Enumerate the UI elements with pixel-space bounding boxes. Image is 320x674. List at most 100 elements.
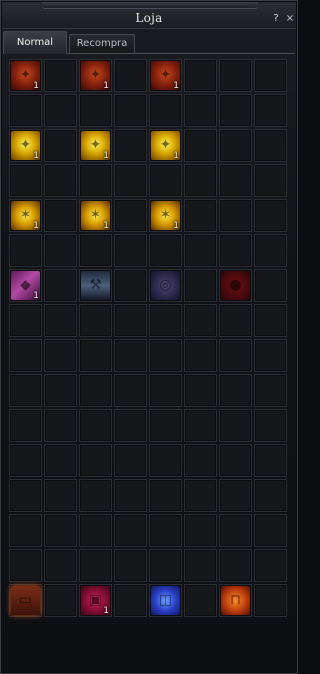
item-slot[interactable] [219,304,252,337]
item-slot[interactable] [219,479,252,512]
item-slot[interactable] [149,94,182,127]
item-slot[interactable] [254,409,287,442]
item-slot[interactable]: ✶ 1 [149,199,182,232]
item-slot[interactable] [114,269,147,302]
item-slot[interactable] [79,479,112,512]
blue-gift-icon[interactable]: ◫ [151,586,180,615]
item-slot[interactable] [79,374,112,407]
item-slot[interactable] [44,479,77,512]
item-slot[interactable] [184,444,217,477]
red-claw-icon[interactable]: ✦ 1 [151,61,180,90]
dark-orb-icon[interactable]: ● [221,271,250,300]
item-slot[interactable] [114,549,147,582]
item-slot[interactable] [184,94,217,127]
item-slot[interactable]: ▣ 1 [79,584,112,617]
item-slot[interactable] [9,374,42,407]
item-slot[interactable] [44,129,77,162]
help-button[interactable]: ? [270,13,282,25]
item-slot[interactable] [79,549,112,582]
item-slot[interactable] [149,479,182,512]
item-slot[interactable] [44,549,77,582]
item-slot[interactable]: ◫ [149,584,182,617]
close-button[interactable]: × [284,13,296,25]
item-slot[interactable] [219,234,252,267]
item-slot[interactable]: ✦ 1 [149,59,182,92]
item-slot[interactable] [219,129,252,162]
item-slot[interactable]: ✦ 1 [79,59,112,92]
item-slot[interactable] [9,94,42,127]
gold-moth-icon[interactable]: ✶ 1 [11,201,40,230]
item-slot[interactable] [184,164,217,197]
item-slot[interactable] [184,409,217,442]
red-claw-icon[interactable]: ✦ 1 [81,61,110,90]
item-slot[interactable] [254,339,287,372]
item-slot[interactable] [44,94,77,127]
item-slot[interactable] [254,304,287,337]
item-slot[interactable] [44,164,77,197]
item-slot[interactable] [79,234,112,267]
item-slot[interactable] [149,514,182,547]
item-slot[interactable] [149,444,182,477]
item-slot[interactable]: ✶ 1 [9,199,42,232]
item-slot[interactable] [149,304,182,337]
item-slot[interactable] [44,199,77,232]
item-slot[interactable] [254,94,287,127]
item-slot[interactable] [184,234,217,267]
item-slot[interactable] [254,549,287,582]
item-slot[interactable] [184,514,217,547]
item-slot[interactable]: ⊓ [219,584,252,617]
tab-recompra[interactable]: Recompra [69,34,135,53]
item-slot[interactable] [114,374,147,407]
item-slot[interactable] [9,234,42,267]
item-slot[interactable] [44,269,77,302]
item-slot[interactable] [44,234,77,267]
item-slot[interactable] [114,339,147,372]
item-slot[interactable] [254,479,287,512]
gold-moth-icon[interactable]: ✶ 1 [151,201,180,230]
item-slot[interactable] [149,409,182,442]
item-slot[interactable] [9,164,42,197]
item-slot[interactable] [114,444,147,477]
item-slot[interactable] [254,444,287,477]
item-slot[interactable] [79,409,112,442]
item-slot[interactable] [219,444,252,477]
item-slot[interactable] [79,164,112,197]
anvil-icon[interactable]: ⚒ [81,271,110,300]
tab-normal[interactable]: Normal [3,31,67,54]
item-slot[interactable] [44,304,77,337]
item-slot[interactable] [9,339,42,372]
item-slot[interactable]: ⚒ [79,269,112,302]
item-slot[interactable]: ◆ 1 [9,269,42,302]
item-slot[interactable] [114,304,147,337]
item-slot[interactable] [79,339,112,372]
item-slot[interactable] [149,234,182,267]
item-slot[interactable]: ◎ [149,269,182,302]
item-slot[interactable]: ● [219,269,252,302]
treasure-chest-icon[interactable]: ▭ [11,586,40,615]
item-slot[interactable] [9,549,42,582]
item-slot[interactable] [79,94,112,127]
item-slot[interactable] [184,584,217,617]
item-slot[interactable] [114,94,147,127]
gold-claw-icon[interactable]: ✦ 1 [11,131,40,160]
gold-moth-icon[interactable]: ✶ 1 [81,201,110,230]
item-slot[interactable] [219,199,252,232]
item-slot[interactable] [254,514,287,547]
item-slot[interactable] [114,584,147,617]
item-slot[interactable] [254,129,287,162]
item-slot[interactable] [184,339,217,372]
item-slot[interactable] [44,444,77,477]
item-slot[interactable] [79,514,112,547]
orange-gate-icon[interactable]: ⊓ [221,586,250,615]
item-slot[interactable] [254,164,287,197]
item-slot[interactable] [184,199,217,232]
item-slot[interactable] [114,129,147,162]
item-slot[interactable] [254,199,287,232]
item-slot[interactable]: ✦ 1 [149,129,182,162]
item-slot[interactable]: ▭ [9,584,42,617]
item-slot[interactable] [44,584,77,617]
pink-crystal-icon[interactable]: ◆ 1 [11,271,40,300]
item-slot[interactable] [254,234,287,267]
red-claw-icon[interactable]: ✦ 1 [11,61,40,90]
item-slot[interactable] [149,549,182,582]
